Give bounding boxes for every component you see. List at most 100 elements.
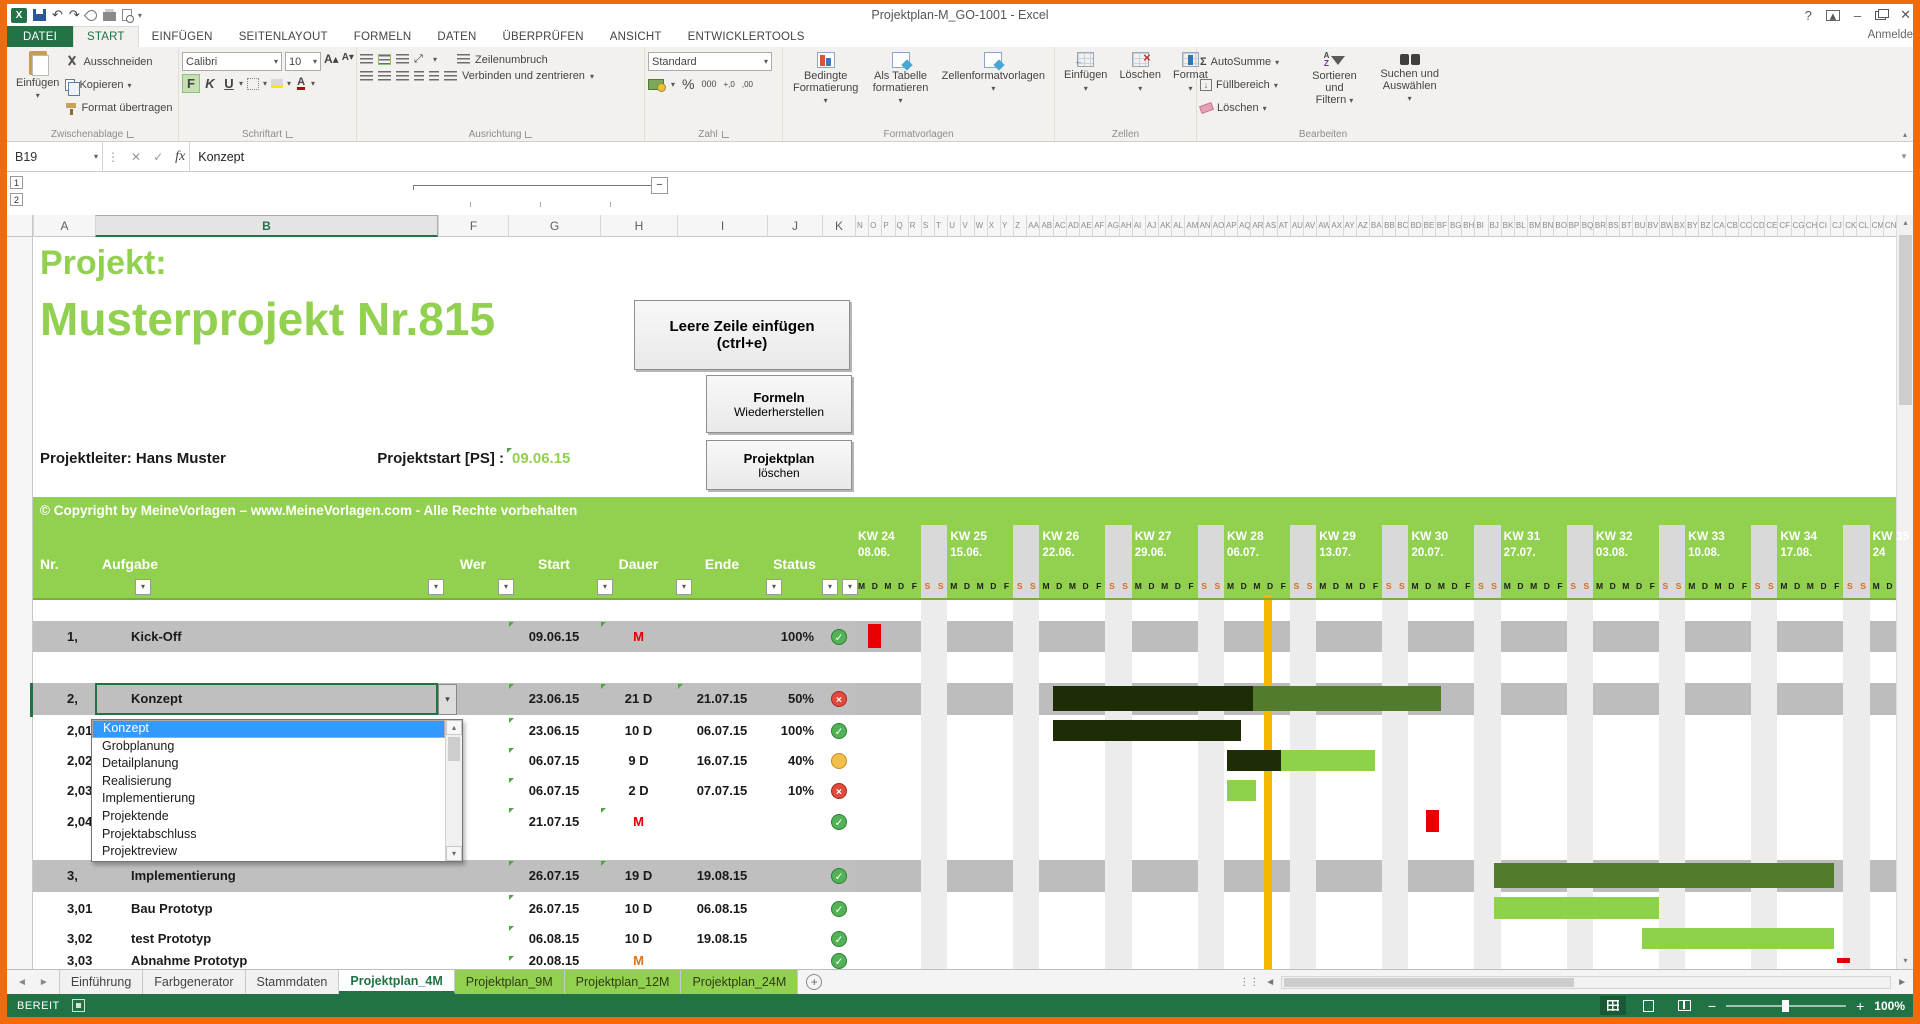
cell-dauer[interactable]: M <box>600 954 677 967</box>
sheet-nav-left-icon[interactable]: ◄ <box>17 977 27 988</box>
column-header-W[interactable]: W <box>973 215 987 237</box>
tab-splitter-icon[interactable]: ⋮⋮ <box>1239 977 1259 988</box>
cell-nr[interactable]: 3,02 <box>67 925 92 953</box>
gantt-bar[interactable] <box>1425 810 1439 832</box>
filter-dropdown-icon[interactable]: ▾ <box>676 579 692 595</box>
column-header-CE[interactable]: CE <box>1764 215 1778 237</box>
ribbon-display-options-icon[interactable]: ▴ <box>1825 9 1840 22</box>
column-header-CA[interactable]: CA <box>1711 215 1725 237</box>
column-header-BM[interactable]: BM <box>1527 215 1541 237</box>
cell-nr[interactable]: 2,03 <box>67 777 92 805</box>
scroll-up-icon[interactable]: ▴ <box>1898 215 1913 231</box>
column-header-AW[interactable]: AW <box>1316 215 1330 237</box>
fill-button[interactable]: ↓ Füllbereich ▾ <box>1200 75 1296 95</box>
column-header-K[interactable]: K <box>822 215 855 237</box>
dropdown-item[interactable]: Realisierung <box>92 773 445 791</box>
normal-view-icon[interactable] <box>1599 996 1626 1015</box>
scroll-thumb[interactable] <box>448 737 460 761</box>
percent-style-icon[interactable]: % <box>682 76 694 92</box>
column-header-AC[interactable]: AC <box>1052 215 1066 237</box>
scroll-up-icon[interactable]: ▴ <box>446 720 462 735</box>
scroll-down-icon[interactable]: ▾ <box>446 846 462 861</box>
gantt-bar[interactable] <box>1836 958 1850 963</box>
filter-dropdown-icon[interactable]: ▾ <box>498 579 514 595</box>
italic-button[interactable]: K <box>201 74 219 93</box>
gantt-bar[interactable] <box>1641 928 1835 949</box>
column-header-A[interactable]: A <box>33 215 95 237</box>
decrease-indent-icon[interactable] <box>414 70 424 82</box>
column-header-AE[interactable]: AE <box>1079 215 1093 237</box>
cell-nr[interactable]: 2, <box>67 683 78 715</box>
sheet-tab-einführung[interactable]: Einführung <box>58 970 144 994</box>
column-header-BC[interactable]: BC <box>1395 215 1409 237</box>
fill-color-button[interactable] <box>268 74 286 93</box>
column-header-CC[interactable]: CC <box>1737 215 1752 237</box>
align-middle-icon[interactable] <box>378 54 391 65</box>
cell-start[interactable]: 26.07.15 <box>508 860 600 892</box>
dropdown-item[interactable]: Implementierung <box>92 790 445 808</box>
confirm-entry-icon[interactable]: ✓ <box>153 150 163 164</box>
column-header-G[interactable]: G <box>508 215 600 237</box>
shrink-font-icon[interactable]: A▾ <box>342 52 354 71</box>
accounting-format-icon[interactable] <box>648 78 666 92</box>
column-header-H[interactable]: H <box>600 215 677 237</box>
cell-dauer[interactable]: 10 D <box>600 717 677 745</box>
sheet-tab-projektplan_24m[interactable]: Projektplan_24M <box>681 970 799 994</box>
cell-nr[interactable]: 2,02 <box>67 747 92 775</box>
column-header-CD[interactable]: CD <box>1751 215 1765 237</box>
column-header-CF[interactable]: CF <box>1777 215 1791 237</box>
column-header-AG[interactable]: AG <box>1105 215 1119 237</box>
column-header-B[interactable]: B <box>95 215 438 237</box>
cancel-entry-icon[interactable]: ✕ <box>131 150 141 164</box>
align-bottom-icon[interactable] <box>396 54 409 65</box>
filter-dropdown-icon[interactable]: ▾ <box>428 579 444 595</box>
cell-status[interactable]: 50% <box>752 683 814 715</box>
column-header-BH[interactable]: BH <box>1461 215 1475 237</box>
ribbon-tab-formeln[interactable]: FORMELN <box>341 26 425 47</box>
wrap-text-button[interactable]: Zeilenumbruch <box>475 54 548 66</box>
sheet-tab-stammdaten[interactable]: Stammdaten <box>245 970 340 994</box>
dropdown-item[interactable]: Konzept <box>92 720 445 738</box>
column-header-V[interactable]: V <box>960 215 974 237</box>
column-header-BK[interactable]: BK <box>1500 215 1514 237</box>
cell-task[interactable]: Abnahme Prototyp <box>131 954 247 967</box>
cell-nr[interactable]: 1, <box>67 621 78 652</box>
column-header-T[interactable]: T <box>934 215 948 237</box>
column-header-AO[interactable]: AO <box>1210 215 1224 237</box>
cell-status[interactable]: 10% <box>752 777 814 805</box>
vscroll-thumb[interactable] <box>1899 235 1912 405</box>
column-header-AR[interactable]: AR <box>1250 215 1264 237</box>
gantt-bar[interactable] <box>1226 750 1281 771</box>
vertical-scrollbar[interactable]: ▴ ▾ <box>1896 215 1913 969</box>
sheet-tab-projektplan_9m[interactable]: Projektplan_9M <box>454 970 565 994</box>
expand-formula-bar-icon[interactable]: ▾ <box>1895 142 1913 171</box>
filter-dropdown-icon[interactable]: ▾ <box>597 579 613 595</box>
ribbon-tab-überprüfen[interactable]: ÜBERPRÜFEN <box>490 26 597 47</box>
column-header-BJ[interactable]: BJ <box>1487 215 1501 237</box>
column-header-J[interactable]: J <box>767 215 822 237</box>
ribbon-tab-ansicht[interactable]: ANSICHT <box>597 26 675 47</box>
column-header-AK[interactable]: AK <box>1158 215 1172 237</box>
dialog-launcher-icon[interactable] <box>286 130 293 138</box>
cell-start[interactable]: 06.08.15 <box>508 925 600 953</box>
ribbon-tab-daten[interactable]: DATEN <box>424 26 489 47</box>
column-header-AF[interactable]: AF <box>1092 215 1106 237</box>
font-size-select[interactable]: 10 ▾ <box>285 52 321 71</box>
font-name-select[interactable]: Calibri ▾ <box>182 52 282 71</box>
sort-filter-button[interactable]: AZ Sortieren und Filtern ▾ <box>1296 49 1374 110</box>
column-header-BN[interactable]: BN <box>1540 215 1554 237</box>
column-header-AX[interactable]: AX <box>1329 215 1343 237</box>
column-header-AV[interactable]: AV <box>1303 215 1317 237</box>
align-left-icon[interactable] <box>360 70 373 82</box>
dialog-launcher-icon[interactable] <box>721 130 729 138</box>
column-header-CM[interactable]: CM <box>1869 215 1883 237</box>
borders-button[interactable] <box>244 74 262 93</box>
hscroll-thumb[interactable] <box>1284 977 1575 987</box>
column-header-O[interactable]: O <box>868 215 882 237</box>
column-header-AL[interactable]: AL <box>1171 215 1185 237</box>
column-header-BP[interactable]: BP <box>1566 215 1580 237</box>
column-header-I[interactable]: I <box>677 215 767 237</box>
cell-nr[interactable]: 3,03 <box>67 954 92 967</box>
column-header-CI[interactable]: CI <box>1816 215 1831 237</box>
column-header-AU[interactable]: AU <box>1289 215 1304 237</box>
